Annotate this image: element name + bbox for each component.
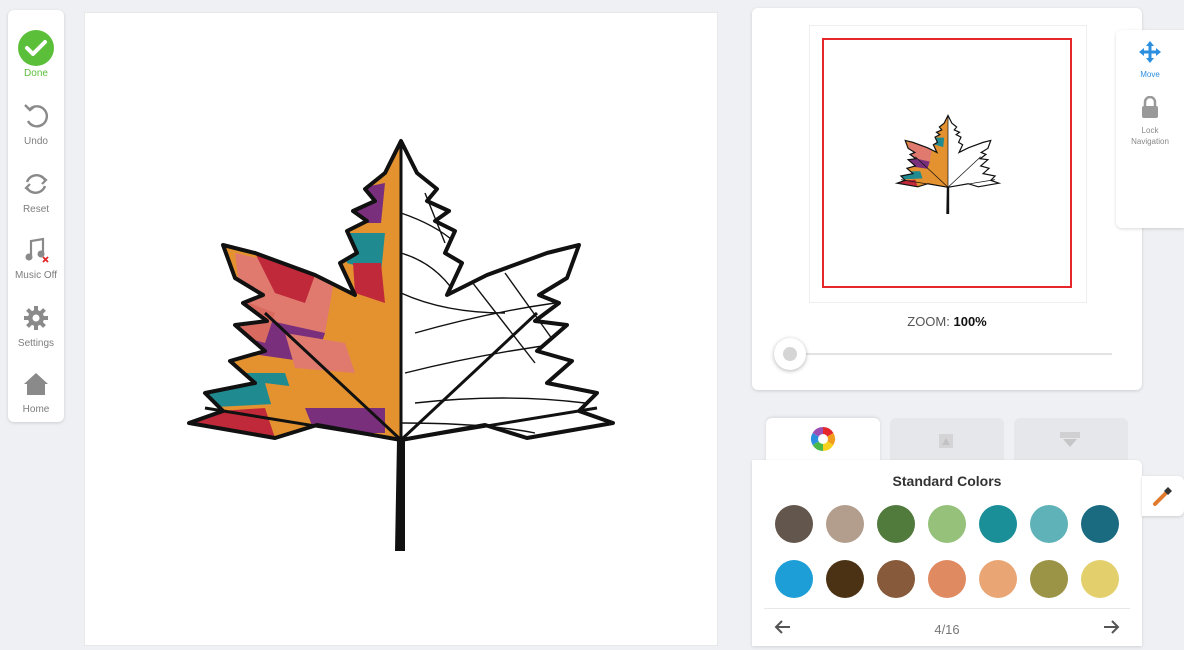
- color-palette-panel: Standard Colors 4/16: [752, 460, 1142, 646]
- page-indicator: 4/16: [934, 622, 960, 637]
- reset-button[interactable]: Reset: [8, 160, 64, 224]
- eyedropper-button[interactable]: [1142, 476, 1184, 516]
- move-arrows-icon: [1139, 41, 1161, 63]
- reset-label: Reset: [22, 204, 50, 215]
- zoom-slider-knob[interactable]: [774, 338, 806, 370]
- coloring-canvas[interactable]: [84, 12, 718, 646]
- arrow-right-icon[interactable]: [1100, 616, 1122, 638]
- color-swatch[interactable]: [1030, 560, 1068, 598]
- undo-label: Undo: [24, 136, 48, 147]
- tab-effects[interactable]: [1014, 418, 1128, 462]
- move-button[interactable]: Move: [1116, 40, 1184, 80]
- undo-icon: [16, 96, 56, 136]
- home-button[interactable]: Home: [8, 360, 64, 424]
- color-swatch[interactable]: [928, 505, 966, 543]
- settings-label: Settings: [17, 338, 55, 349]
- zoom-readout: ZOOM: 100%: [752, 314, 1142, 329]
- color-swatch[interactable]: [928, 560, 966, 598]
- preview-thumbnail[interactable]: [809, 25, 1087, 303]
- color-wheel-icon: [810, 427, 836, 451]
- home-label: Home: [22, 404, 50, 415]
- color-swatch[interactable]: [775, 560, 813, 598]
- maple-leaf-artwork: [187, 139, 615, 551]
- tab-colors[interactable]: [766, 418, 880, 462]
- color-swatch[interactable]: [1030, 505, 1068, 543]
- color-swatch[interactable]: [1081, 560, 1119, 598]
- music-off-icon: [16, 230, 56, 270]
- preview-panel: ZOOM: 100%: [752, 8, 1142, 390]
- color-swatch[interactable]: [877, 505, 915, 543]
- gear-icon: [16, 298, 56, 338]
- effects-icon: [1060, 432, 1080, 447]
- move-label: Move: [1140, 70, 1160, 79]
- lock-navigation-button[interactable]: Lock Navigation: [1116, 95, 1184, 147]
- color-swatch[interactable]: [877, 560, 915, 598]
- lock-label-line1: Lock: [1141, 126, 1159, 135]
- done-label: Done: [24, 68, 48, 79]
- eyedropper-icon: [1153, 487, 1172, 506]
- color-swatch[interactable]: [775, 505, 813, 543]
- checkmark-icon: [16, 28, 56, 68]
- color-swatch[interactable]: [979, 505, 1017, 543]
- settings-button[interactable]: Settings: [8, 294, 64, 358]
- color-swatch[interactable]: [1081, 505, 1119, 543]
- lock-icon: [1142, 95, 1158, 118]
- music-label: Music Off: [14, 270, 58, 281]
- viewport-indicator[interactable]: [822, 38, 1072, 288]
- palette-title: Standard Colors: [892, 473, 1002, 489]
- left-toolbar: Done Undo Reset Music Off Settings Home: [8, 10, 64, 422]
- color-swatch[interactable]: [826, 505, 864, 543]
- color-swatch[interactable]: [979, 560, 1017, 598]
- color-swatch[interactable]: [826, 560, 864, 598]
- zoom-label: ZOOM:: [907, 314, 950, 329]
- navigation-tools: Move Lock Navigation: [1116, 30, 1184, 228]
- reset-icon: [16, 164, 56, 204]
- zoom-value: 100%: [953, 314, 987, 329]
- done-button[interactable]: Done: [8, 24, 64, 88]
- texture-icon: [939, 434, 953, 448]
- zoom-slider-track[interactable]: [790, 353, 1112, 355]
- pager-divider: [764, 608, 1130, 609]
- tab-textures[interactable]: [890, 418, 1004, 462]
- music-toggle[interactable]: Music Off: [8, 226, 64, 290]
- undo-button[interactable]: Undo: [8, 92, 64, 156]
- lock-label-line2: Navigation: [1131, 137, 1169, 146]
- home-icon: [16, 364, 56, 404]
